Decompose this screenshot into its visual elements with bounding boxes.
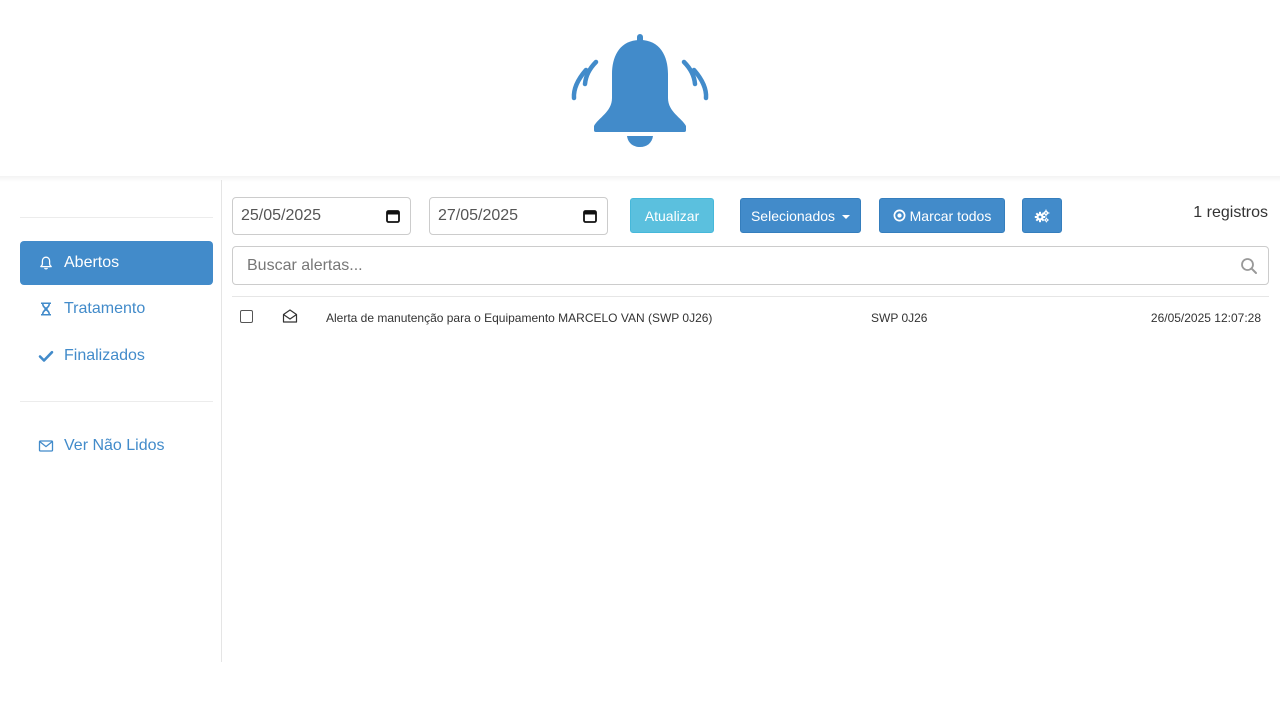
alert-plate: SWP 0J26 xyxy=(871,311,928,325)
envelope-open-icon[interactable] xyxy=(282,308,298,324)
sidebar-item-ver-nao-lidos[interactable]: Ver Não Lidos xyxy=(20,424,213,468)
calendar-icon[interactable] xyxy=(386,209,400,223)
sidebar-item-label: Finalizados xyxy=(64,347,145,364)
search-box[interactable] xyxy=(232,246,1269,285)
check-icon xyxy=(38,348,54,364)
page-header xyxy=(0,0,1280,176)
sidebar-item-label: Ver Não Lidos xyxy=(64,437,165,454)
mark-all-button-label: Marcar todos xyxy=(909,207,992,224)
caret-down-icon xyxy=(842,214,851,219)
alert-subject[interactable]: Alerta de manutenção para o Equipamento … xyxy=(326,311,712,325)
alert-datetime: 26/05/2025 12:07:28 xyxy=(1150,311,1261,325)
sidebar-item-abertos[interactable]: Abertos xyxy=(20,241,213,285)
sidebar-item-finalizados[interactable]: Finalizados xyxy=(20,334,213,378)
row-checkbox[interactable] xyxy=(240,310,253,323)
selected-button-label: Selecionados xyxy=(750,207,836,224)
mark-all-button[interactable]: Marcar todos xyxy=(879,198,1005,233)
sidebar-item-label: Tratamento xyxy=(64,300,146,317)
sidebar-item-tratamento[interactable]: Tratamento xyxy=(20,287,213,331)
date-to-input[interactable]: 27/05/2025 xyxy=(429,197,608,235)
date-from-input[interactable]: 25/05/2025 xyxy=(232,197,411,235)
list-divider xyxy=(232,296,1269,297)
sidebar-separator xyxy=(221,180,222,662)
table-row[interactable]: Alerta de manutenção para o Equipamento … xyxy=(232,300,1269,336)
calendar-icon[interactable] xyxy=(583,209,597,223)
refresh-button-label: Atualizar xyxy=(644,207,700,224)
records-count: 1 registros xyxy=(1193,204,1268,221)
sidebar-divider xyxy=(20,217,213,218)
selected-dropdown-button[interactable]: Selecionados xyxy=(740,198,861,233)
bell-ringing-icon xyxy=(571,34,709,147)
refresh-button[interactable]: Atualizar xyxy=(630,198,714,233)
bell-icon xyxy=(38,255,54,271)
sidebar-divider xyxy=(20,401,213,402)
sidebar-item-label: Abertos xyxy=(64,254,120,271)
sidebar: Abertos Tratamento Finalizados Ver Não L… xyxy=(20,180,213,660)
search-icon[interactable] xyxy=(1240,257,1258,275)
search-input[interactable] xyxy=(247,256,1240,275)
settings-button[interactable] xyxy=(1022,198,1062,233)
date-to-value: 27/05/2025 xyxy=(438,207,519,224)
dot-circle-icon xyxy=(893,209,906,222)
hourglass-icon xyxy=(38,301,54,317)
date-from-value: 25/05/2025 xyxy=(241,207,322,224)
envelope-icon xyxy=(38,438,54,454)
gears-icon xyxy=(1034,209,1050,222)
